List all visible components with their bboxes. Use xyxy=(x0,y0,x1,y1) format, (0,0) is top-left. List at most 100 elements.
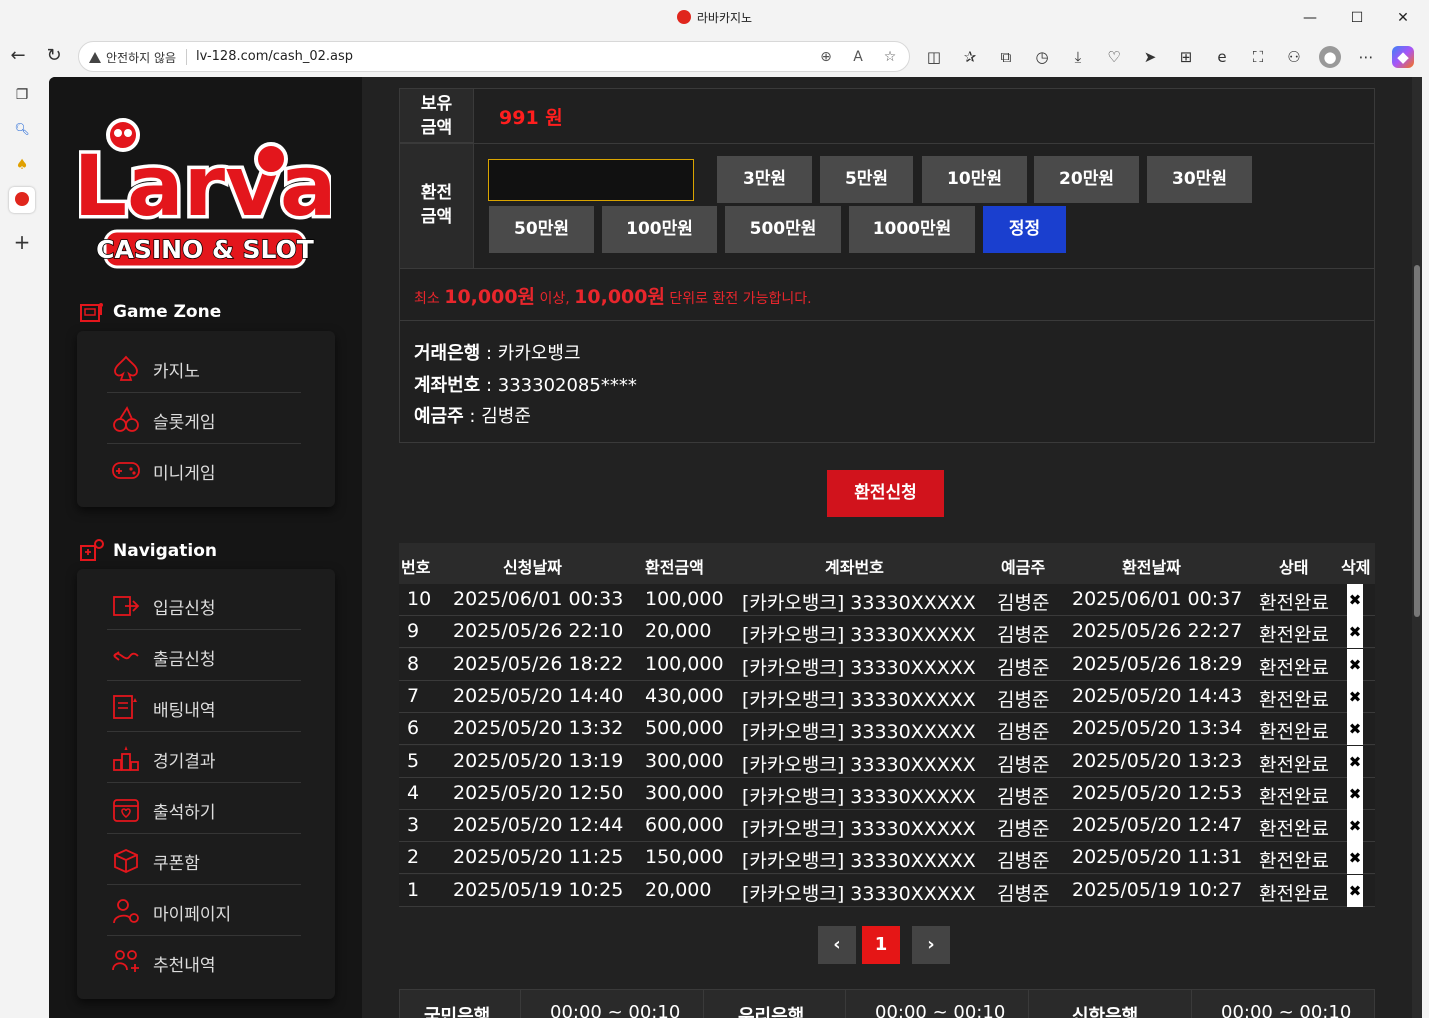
split-screen-icon[interactable]: ◫ xyxy=(923,46,945,68)
withdraw-icon xyxy=(113,651,139,661)
new-tab-plus-icon[interactable]: + xyxy=(9,229,35,255)
exchange-form: 보유 금액 991 원 환전 금액 3만원 5만원 10만원 20만원 30만원 5… xyxy=(399,88,1375,443)
maximize-button[interactable]: ☐ xyxy=(1343,6,1371,30)
sidebar-item-attendance[interactable]: 출석하기 xyxy=(107,784,301,834)
prev-page-button[interactable]: ‹ xyxy=(818,926,856,964)
quick-5000000-button[interactable]: 500만원 xyxy=(725,206,841,253)
favorites-icon[interactable]: ✰ xyxy=(959,46,981,68)
delete-row-icon[interactable]: ✖ xyxy=(1347,777,1363,810)
sidebar-item-slot[interactable]: 슬롯게임 xyxy=(107,394,301,444)
row-status: 환전완료 xyxy=(1259,785,1329,808)
next-page-button[interactable]: › xyxy=(912,926,950,964)
url-text[interactable]: lv-128.com/cash_02.asp xyxy=(196,49,353,64)
more-menu-icon[interactable]: ⋯ xyxy=(1355,46,1377,68)
scrollbar-thumb[interactable] xyxy=(1414,265,1420,617)
apply-exchange-button[interactable]: 환전신청 xyxy=(827,470,944,517)
row-holder: 김병준 xyxy=(997,753,1050,776)
tab-actions-icon[interactable]: ❐ xyxy=(9,82,35,108)
minimize-button[interactable]: — xyxy=(1296,6,1324,30)
quick-300000-button[interactable]: 30만원 xyxy=(1147,156,1252,203)
download-icon[interactable]: ⤓ xyxy=(1067,46,1089,68)
sidebar-item-coupon[interactable]: 쿠폰함 xyxy=(107,835,301,885)
delete-row-icon[interactable]: ✖ xyxy=(1347,745,1363,778)
row-number: 1 xyxy=(407,878,420,901)
table-row: 10 2025/06/01 00:33 100,000 [카카오뱅크] 33330XX… xyxy=(399,584,1375,616)
screenshot-icon[interactable]: ⛶ xyxy=(1247,46,1269,68)
copilot-icon[interactable]: ◆ xyxy=(1392,46,1414,68)
larva-casino-slot-logo[interactable]: Larva CASINO & SLOT xyxy=(79,113,331,273)
account-number: 계좌번호 : 333302085**** xyxy=(414,375,637,396)
sidebar-item-mypage[interactable]: 마이페이지 xyxy=(107,886,301,936)
edge-extension-icon[interactable]: e xyxy=(1211,46,1233,68)
extensions-icon[interactable]: ⊞ xyxy=(1175,46,1197,68)
delete-row-icon[interactable]: ✖ xyxy=(1347,584,1363,616)
zoom-icon[interactable]: ⊕ xyxy=(817,48,835,66)
quick-10000000-button[interactable]: 1000만원 xyxy=(849,206,975,253)
share-icon[interactable]: ⚇ xyxy=(1283,46,1305,68)
row-amount: 300,000 xyxy=(645,781,724,804)
sidebar-item-minigame[interactable]: 미니게임 xyxy=(107,445,301,495)
page-1-button[interactable]: 1 xyxy=(862,926,900,964)
read-aloud-icon[interactable]: A xyxy=(849,48,867,66)
delete-row-icon[interactable]: ✖ xyxy=(1347,680,1363,713)
reset-button[interactable]: 정정 xyxy=(983,206,1066,253)
close-window-button[interactable]: ✕ xyxy=(1389,6,1417,30)
active-tab-icon[interactable] xyxy=(9,187,35,213)
history-icon[interactable]: ◷ xyxy=(1031,46,1053,68)
delete-row-icon[interactable]: ✖ xyxy=(1347,842,1363,875)
deposit-icon xyxy=(113,596,140,616)
search-tab-icon[interactable]: 🔍︎ xyxy=(9,116,35,142)
game-zone-menu: 카지노 슬롯게임 미니게임 xyxy=(77,331,335,507)
row-number: 6 xyxy=(407,717,420,740)
profile-avatar-icon[interactable]: ● xyxy=(1319,46,1341,68)
svg-text:Larva: Larva xyxy=(79,137,331,235)
sidebar-item-betting-history[interactable]: 배팅내역 xyxy=(107,682,301,732)
delete-row-icon[interactable]: ✖ xyxy=(1347,648,1363,681)
row-account: [카카오뱅크] 33330XXXXX xyxy=(742,592,976,614)
delete-row-icon[interactable]: ✖ xyxy=(1347,713,1363,746)
web-page: Larva CASINO & SLOT Game Zone 카지노 슬롯게임 미… xyxy=(49,77,1422,1018)
sidebar-item-results[interactable]: 경기결과 xyxy=(107,733,301,783)
sidebar-item-deposit[interactable]: 입금신청 xyxy=(107,580,301,630)
row-holder: 김병준 xyxy=(997,818,1050,841)
row-exchange-date: 2025/05/20 12:53 xyxy=(1072,781,1243,804)
row-number: 7 xyxy=(407,684,420,707)
favorite-star-icon[interactable]: ☆ xyxy=(881,48,899,66)
back-arrow-icon[interactable]: ← xyxy=(6,44,30,68)
sidebar-item-withdraw[interactable]: 출금신청 xyxy=(107,631,301,681)
collections-icon[interactable]: ⧉ xyxy=(995,46,1017,68)
quick-30000-button[interactable]: 3만원 xyxy=(717,156,812,203)
quick-500000-button[interactable]: 50만원 xyxy=(489,206,594,253)
sidebar-item-casino[interactable]: 카지노 xyxy=(107,343,301,393)
row-account: [카카오뱅크] 33330XXXXX xyxy=(742,688,976,711)
table-row: 1 2025/05/19 10:25 20,000 [카카오뱅크] 33330XXXX… xyxy=(399,874,1375,907)
delete-row-icon[interactable]: ✖ xyxy=(1347,874,1363,907)
table-row: 5 2025/05/20 13:19 300,000 [카카오뱅크] 33330XXX… xyxy=(399,745,1375,778)
delete-row-icon[interactable]: ✖ xyxy=(1347,810,1363,843)
quick-1000000-button[interactable]: 100만원 xyxy=(602,206,717,253)
address-bar[interactable]: 안전하지 않음 lv-128.com/cash_02.asp ⊕ A ☆ xyxy=(78,41,910,72)
row-exchange-date: 2025/05/20 13:34 xyxy=(1072,717,1243,740)
site-favicon-icon xyxy=(676,10,691,24)
exchange-amount-input[interactable] xyxy=(488,159,694,201)
col-delete: 삭제 xyxy=(1341,558,1371,577)
sidebar-item-referral[interactable]: 추천내역 xyxy=(107,937,301,987)
row-number: 2 xyxy=(407,846,420,869)
refresh-icon[interactable]: ↻ xyxy=(42,44,66,68)
performance-icon[interactable]: ♡ xyxy=(1103,46,1125,68)
bank-name: 거래은행 : 카카오뱅크 xyxy=(414,343,581,364)
table-row: 3 2025/05/20 12:44 600,000 [카카오뱅크] 33330XXX… xyxy=(399,810,1375,843)
quick-50000-button[interactable]: 5만원 xyxy=(820,156,913,203)
delete-row-icon[interactable]: ✖ xyxy=(1347,616,1363,649)
row-request-date: 2025/05/20 12:50 xyxy=(453,781,624,804)
quick-100000-button[interactable]: 10만원 xyxy=(922,156,1027,203)
page-scrollbar[interactable] xyxy=(1412,77,1422,1018)
row-account: [카카오뱅크] 33330XXXXX xyxy=(742,721,976,744)
quick-200000-button[interactable]: 20만원 xyxy=(1034,156,1139,203)
security-warning[interactable]: 안전하지 않음 xyxy=(89,49,176,66)
casino-tab-icon[interactable]: ♠ xyxy=(9,152,35,178)
row-number: 8 xyxy=(407,652,420,675)
send-icon[interactable]: ➤ xyxy=(1139,46,1161,68)
row-account: [카카오뱅크] 33330XXXXX xyxy=(742,850,976,873)
row-status: 환전완료 xyxy=(1259,882,1329,905)
